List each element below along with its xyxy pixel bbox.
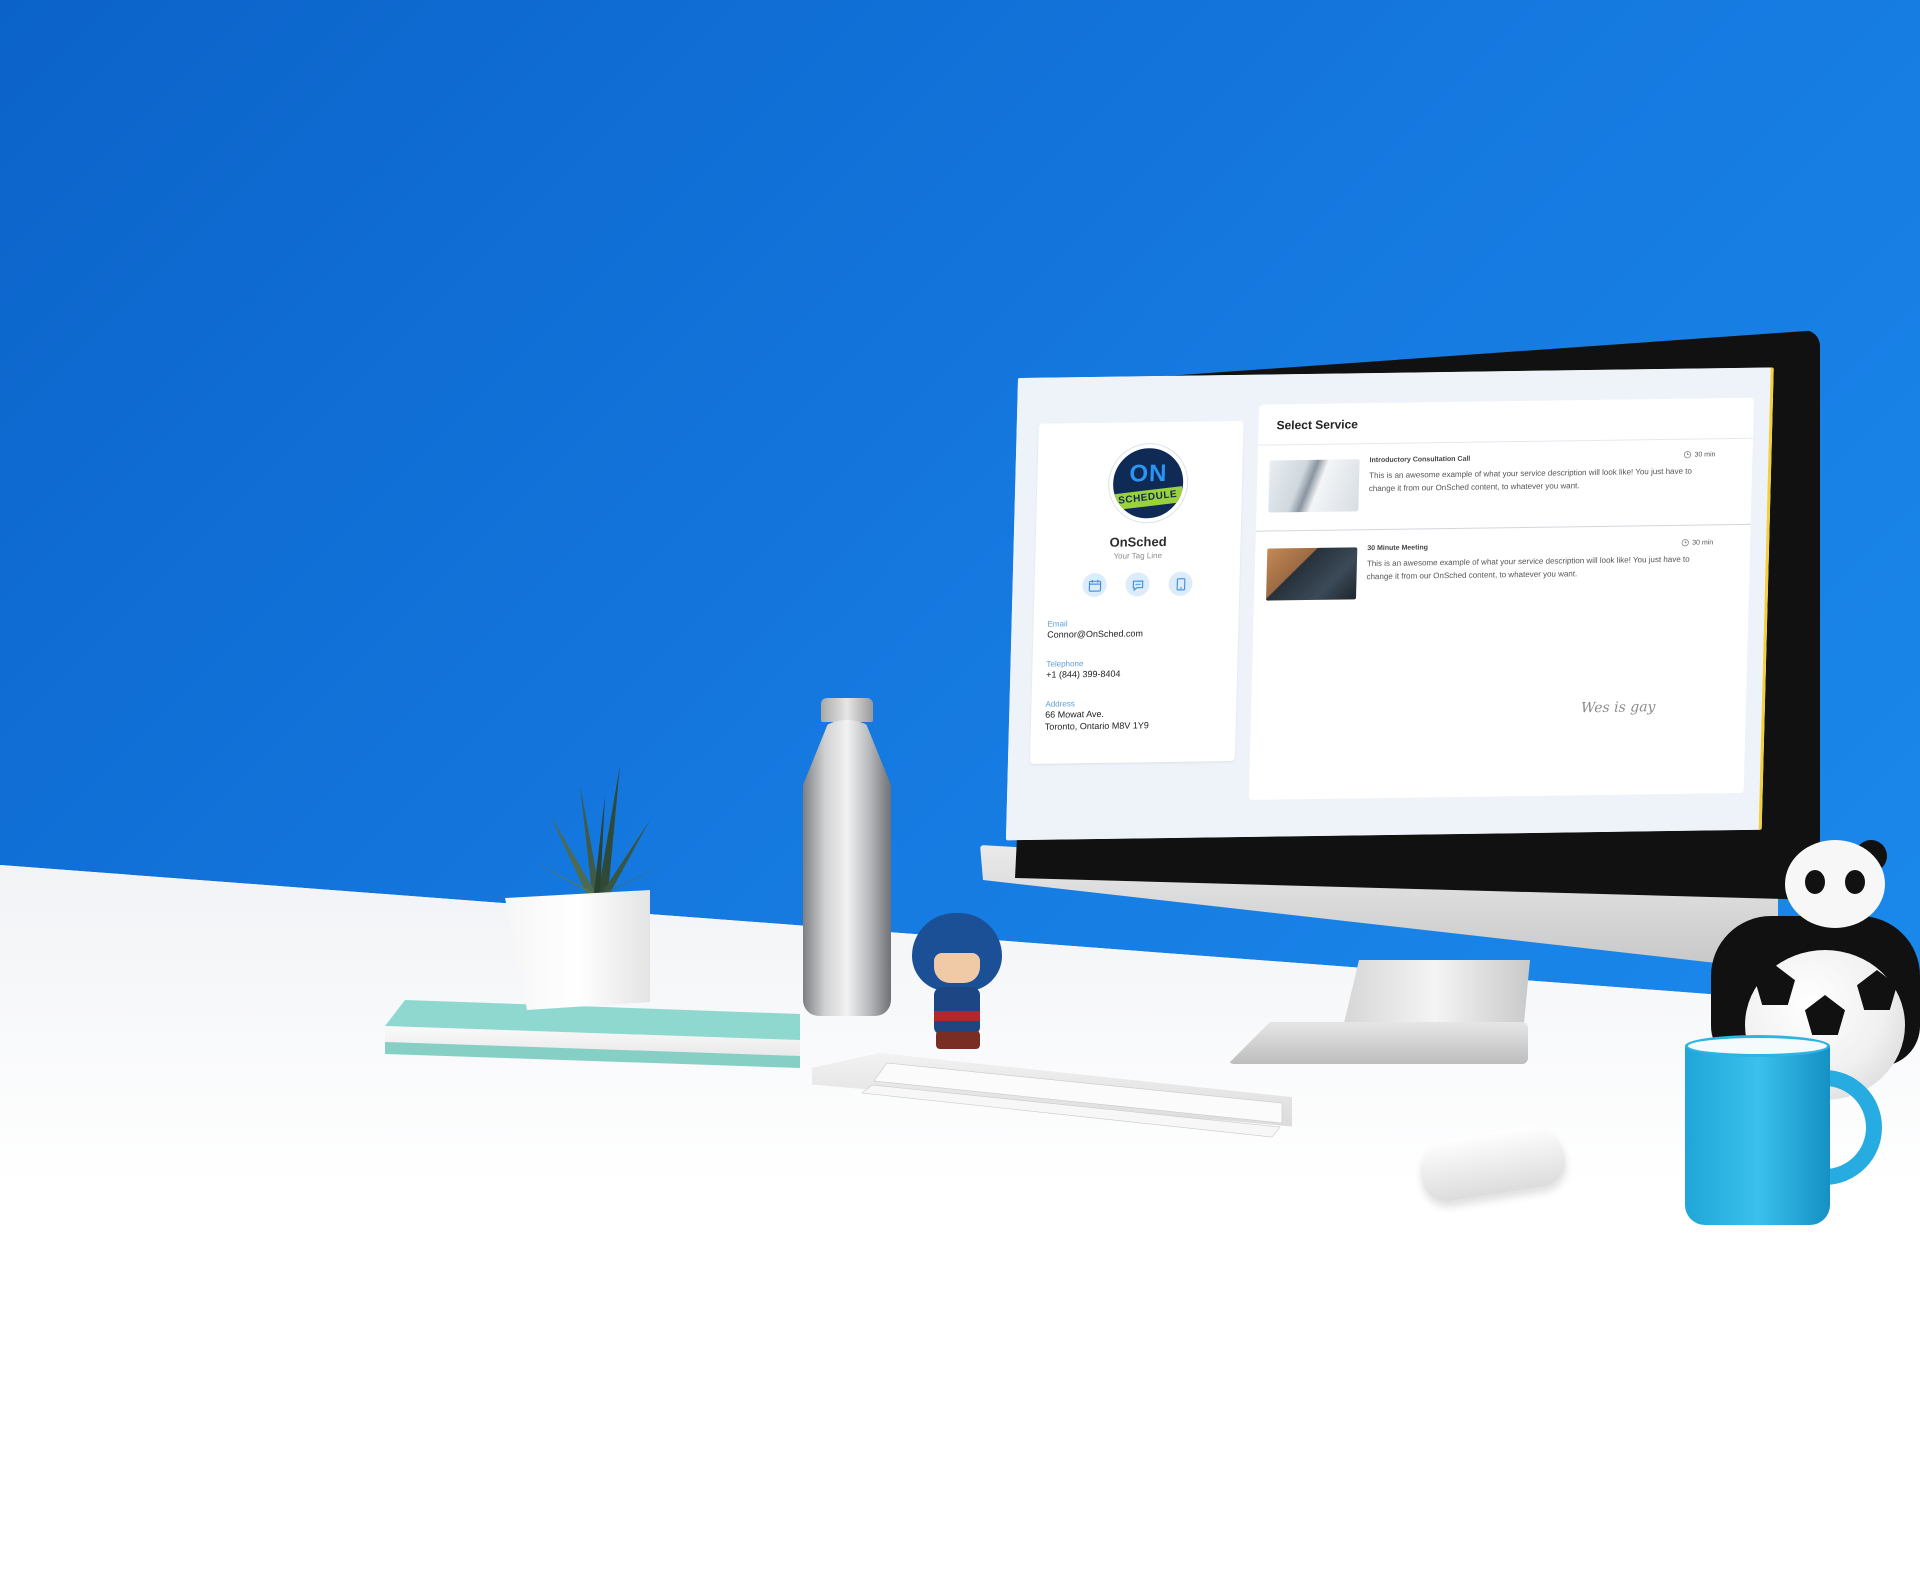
water-bottle: [803, 698, 891, 1016]
keyboard-keys: [861, 1062, 1283, 1138]
panda-eye: [1845, 870, 1865, 894]
tablet-button[interactable]: [1168, 571, 1193, 596]
tablet-icon: [1176, 577, 1185, 590]
clock-icon: [1681, 539, 1689, 547]
contact-action-icons: [1082, 571, 1193, 598]
business-info-card: ON SCHEDULE OnSched Your Tag Line Email …: [1029, 420, 1244, 764]
ball-patch: [1805, 995, 1845, 1035]
logo-text-top: ON: [1129, 459, 1168, 488]
clock-icon: [1683, 451, 1692, 459]
succulent-plant: [530, 765, 668, 893]
bottle-cap: [821, 698, 873, 722]
panda-eye: [1805, 870, 1825, 894]
white-planter: [505, 890, 650, 1010]
service-thumbnail: [1265, 547, 1358, 601]
panda-head: [1785, 840, 1885, 928]
notebook-stack: [385, 1000, 800, 1068]
service-item[interactable]: Introductory Consultation Call 30 min Th…: [1264, 450, 1736, 527]
hero-figurine: [912, 913, 1002, 1049]
service-item[interactable]: 30 Minute Meeting 30 min This is an awes…: [1262, 538, 1734, 615]
service-duration-text: 30 min: [1694, 450, 1716, 459]
figurine-legs: [936, 1031, 980, 1049]
telephone-value[interactable]: +1 (844) 399-8404: [1046, 666, 1226, 681]
address-line-2: Toronto, Ontario M8V 1Y9: [1044, 720, 1150, 732]
mug-rim: [1685, 1035, 1830, 1057]
figurine-face: [934, 953, 980, 983]
logo-text-band: SCHEDULE: [1112, 486, 1184, 511]
email-value[interactable]: Connor@OnSched.com: [1047, 626, 1227, 641]
service-description: This is an awesome example of what your …: [1368, 466, 1693, 494]
title-divider: [1258, 437, 1753, 446]
address-info: Address 66 Mowat Ave. Toronto, Ontario M…: [1045, 697, 1226, 733]
mug-body: [1685, 1043, 1830, 1225]
chat-icon: [1132, 580, 1143, 591]
chat-button[interactable]: [1125, 572, 1150, 597]
service-duration: 30 min: [1683, 450, 1716, 459]
service-list-card: Select Service Introductory Consultation…: [1248, 397, 1754, 800]
telephone-info: Telephone +1 (844) 399-8404: [1046, 657, 1226, 681]
handwritten-note: Wes is gay: [1580, 699, 1656, 717]
screen-background: ON SCHEDULE OnSched Your Tag Line Email …: [1005, 367, 1774, 841]
service-description: This is an awesome example of what your …: [1366, 554, 1690, 582]
business-name: OnSched: [1109, 533, 1167, 550]
booking-screen: ON SCHEDULE OnSched Your Tag Line Email …: [1005, 367, 1774, 841]
service-thumbnail: [1268, 459, 1360, 513]
service-name: Introductory Consultation Call: [1369, 455, 1471, 465]
bottle-body: [803, 720, 891, 1016]
page-title: Select Service: [1276, 417, 1359, 433]
figurine-belt: [934, 1011, 980, 1021]
calendar-icon: [1088, 579, 1101, 592]
onsched-logo: ON SCHEDULE: [1108, 443, 1189, 523]
service-duration-text: 30 min: [1692, 538, 1714, 547]
blue-mug: [1685, 1035, 1895, 1225]
calendar-button[interactable]: [1082, 572, 1107, 598]
business-tag-line: Your Tag Line: [1113, 551, 1163, 561]
service-duration: 30 min: [1681, 538, 1714, 547]
email-info: Email Connor@OnSched.com: [1047, 617, 1227, 641]
service-name: 30 Minute Meeting: [1367, 544, 1429, 553]
wireless-keyboard: [812, 1053, 1292, 1158]
